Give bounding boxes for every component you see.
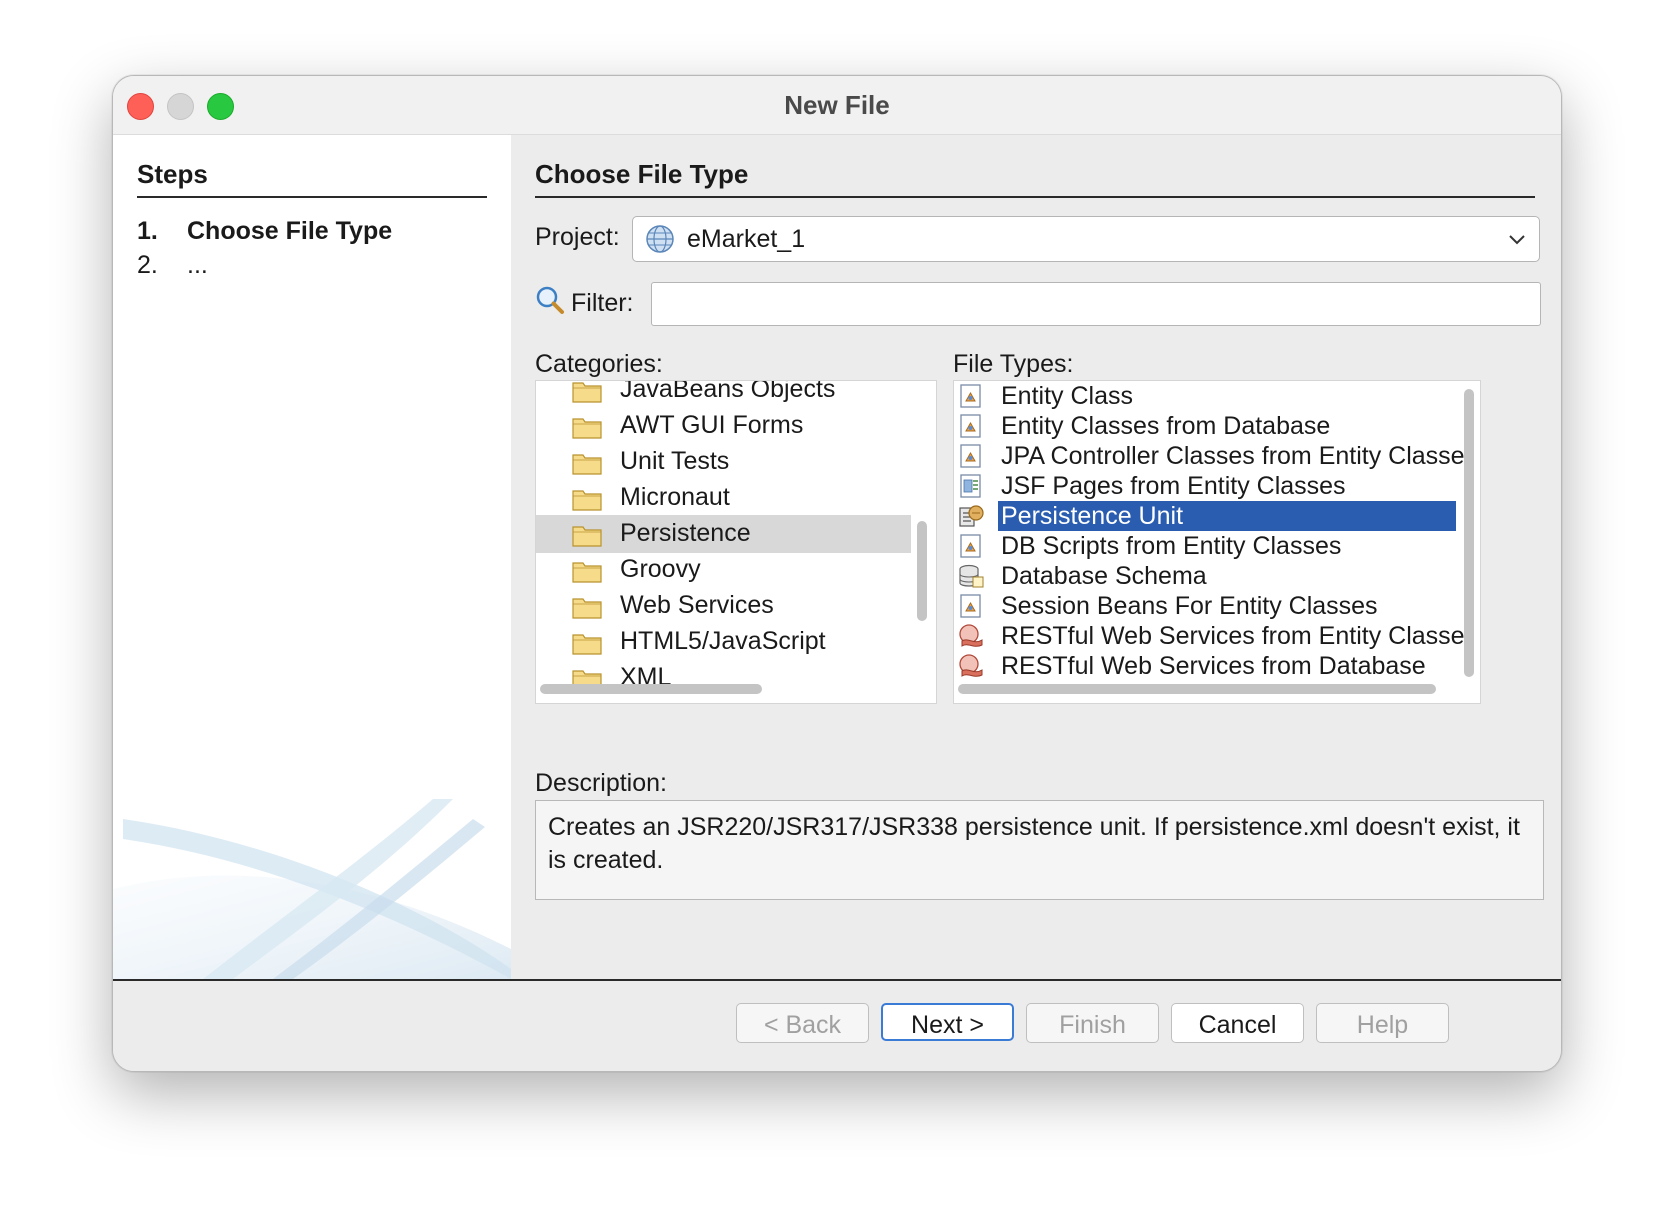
category-label: Groovy — [620, 555, 701, 583]
title-bar: New File — [113, 76, 1561, 135]
main-panel: Choose File Type Project: eMarket_1 Filt… — [511, 135, 1561, 979]
file-type-item[interactable]: Entity Class — [954, 381, 1459, 411]
category-item[interactable]: JavaBeans Objects — [536, 380, 911, 409]
category-item[interactable]: HTML5/JavaScript — [536, 623, 911, 661]
file-types-horizontal-scrollbar[interactable] — [958, 684, 1436, 694]
file-type-item-selected[interactable]: Persistence Unit — [954, 501, 1459, 531]
help-button[interactable]: Help — [1316, 1003, 1449, 1043]
folder-icon — [572, 526, 602, 547]
step-label: Choose File Type — [187, 217, 393, 245]
categories-label: Categories: — [535, 350, 663, 378]
project-value: eMarket_1 — [687, 225, 806, 253]
file-types-label: File Types: — [953, 350, 1074, 378]
folder-icon — [572, 382, 602, 403]
description-label: Description: — [535, 769, 667, 797]
cancel-button[interactable]: Cancel — [1171, 1003, 1304, 1043]
step-1: 1. Choose File Type — [137, 217, 392, 246]
step-2: 2.... — [137, 251, 208, 280]
category-label: Web Services — [620, 591, 774, 619]
restful-service-icon — [959, 624, 983, 647]
entity-class-icon — [960, 534, 981, 558]
categories-vertical-scrollbar[interactable] — [917, 521, 927, 621]
category-label: JavaBeans Objects — [620, 380, 836, 403]
folder-icon — [572, 490, 602, 511]
new-file-dialog: New File Steps 1. Choose File Type 2.... … — [112, 75, 1562, 1072]
wizard-watermark-graphic — [113, 799, 511, 979]
category-item[interactable]: Web Services — [536, 587, 911, 625]
entity-class-icon — [960, 384, 981, 408]
file-type-item[interactable]: Session Beans For Entity Classes — [954, 591, 1459, 621]
step-number: 1. — [137, 217, 158, 245]
category-label: Unit Tests — [620, 447, 730, 475]
project-select[interactable]: eMarket_1 — [632, 216, 1540, 262]
file-type-label: Database Schema — [1001, 562, 1207, 590]
file-type-item[interactable]: JSF Pages from Entity Classes — [954, 471, 1459, 501]
file-type-item[interactable]: RESTful Web Services from Entity Classe: — [954, 621, 1472, 651]
restful-service-icon — [959, 654, 983, 677]
categories-horizontal-scrollbar[interactable] — [540, 684, 762, 694]
file-type-label: Session Beans For Entity Classes — [1001, 592, 1378, 620]
window-title: New File — [784, 90, 890, 120]
category-item[interactable]: Micronaut — [536, 479, 911, 517]
file-type-label: JPA Controller Classes from Entity Class… — [1001, 442, 1465, 470]
file-type-item[interactable]: Entity Classes from Database — [954, 411, 1459, 441]
categories-list[interactable]: JavaBeans Objects AWT GUI Forms Unit Tes… — [535, 380, 937, 704]
category-item[interactable]: Unit Tests — [536, 443, 911, 481]
file-type-label: RESTful Web Services from Database — [1001, 652, 1426, 680]
step-number: 2. — [137, 251, 158, 279]
file-type-item[interactable]: RESTful Web Services from Database — [954, 651, 1459, 681]
button-bar: < Back Next > Finish Cancel Help — [113, 979, 1561, 1071]
file-types-vertical-scrollbar[interactable] — [1464, 389, 1474, 677]
folder-icon — [572, 598, 602, 619]
file-type-item[interactable]: JPA Controller Classes from Entity Class… — [954, 441, 1465, 471]
file-type-label: Persistence Unit — [998, 501, 1456, 531]
category-label: AWT GUI Forms — [620, 411, 804, 439]
steps-heading: Steps — [137, 159, 487, 198]
description-text: Creates an JSR220/JSR317/JSR338 persiste… — [535, 800, 1544, 900]
category-label: HTML5/JavaScript — [620, 627, 826, 655]
finish-button[interactable]: Finish — [1026, 1003, 1159, 1043]
file-type-label: DB Scripts from Entity Classes — [1001, 532, 1342, 560]
folder-icon — [572, 418, 602, 439]
file-types-list[interactable]: Entity Class Entity Classes from Databas… — [953, 380, 1481, 704]
entity-class-icon — [960, 414, 981, 438]
step-label: ... — [187, 251, 208, 279]
filter-input[interactable] — [651, 282, 1541, 326]
file-type-label: RESTful Web Services from Entity Classe: — [1001, 622, 1472, 650]
persistence-unit-icon — [959, 505, 984, 527]
category-label: Micronaut — [620, 483, 730, 511]
entity-class-icon — [960, 444, 981, 468]
back-button[interactable]: < Back — [736, 1003, 869, 1043]
steps-panel: Steps 1. Choose File Type 2.... — [113, 135, 511, 979]
category-label: Persistence — [620, 519, 751, 547]
file-type-item[interactable]: Database Schema — [954, 561, 1459, 591]
filter-label: Filter: — [571, 289, 634, 317]
folder-icon — [572, 454, 602, 475]
jsf-page-icon — [960, 474, 981, 498]
category-item[interactable]: AWT GUI Forms — [536, 407, 911, 445]
file-type-item[interactable]: DB Scripts from Entity Classes — [954, 531, 1459, 561]
project-label: Project: — [535, 223, 620, 251]
chevron-down-icon — [1509, 235, 1525, 245]
file-type-label: Entity Classes from Database — [1001, 412, 1331, 440]
folder-icon — [572, 562, 602, 583]
database-schema-icon — [959, 564, 984, 588]
file-type-label: JSF Pages from Entity Classes — [1001, 472, 1346, 500]
section-heading: Choose File Type — [535, 159, 1535, 198]
entity-class-icon — [960, 594, 981, 618]
next-button[interactable]: Next > — [881, 1003, 1014, 1041]
file-type-label: Entity Class — [1001, 382, 1133, 410]
folder-icon — [572, 634, 602, 655]
search-icon — [536, 286, 564, 314]
globe-icon — [646, 225, 674, 253]
category-item[interactable]: Groovy — [536, 551, 911, 589]
category-item-selected[interactable]: Persistence — [536, 515, 911, 553]
